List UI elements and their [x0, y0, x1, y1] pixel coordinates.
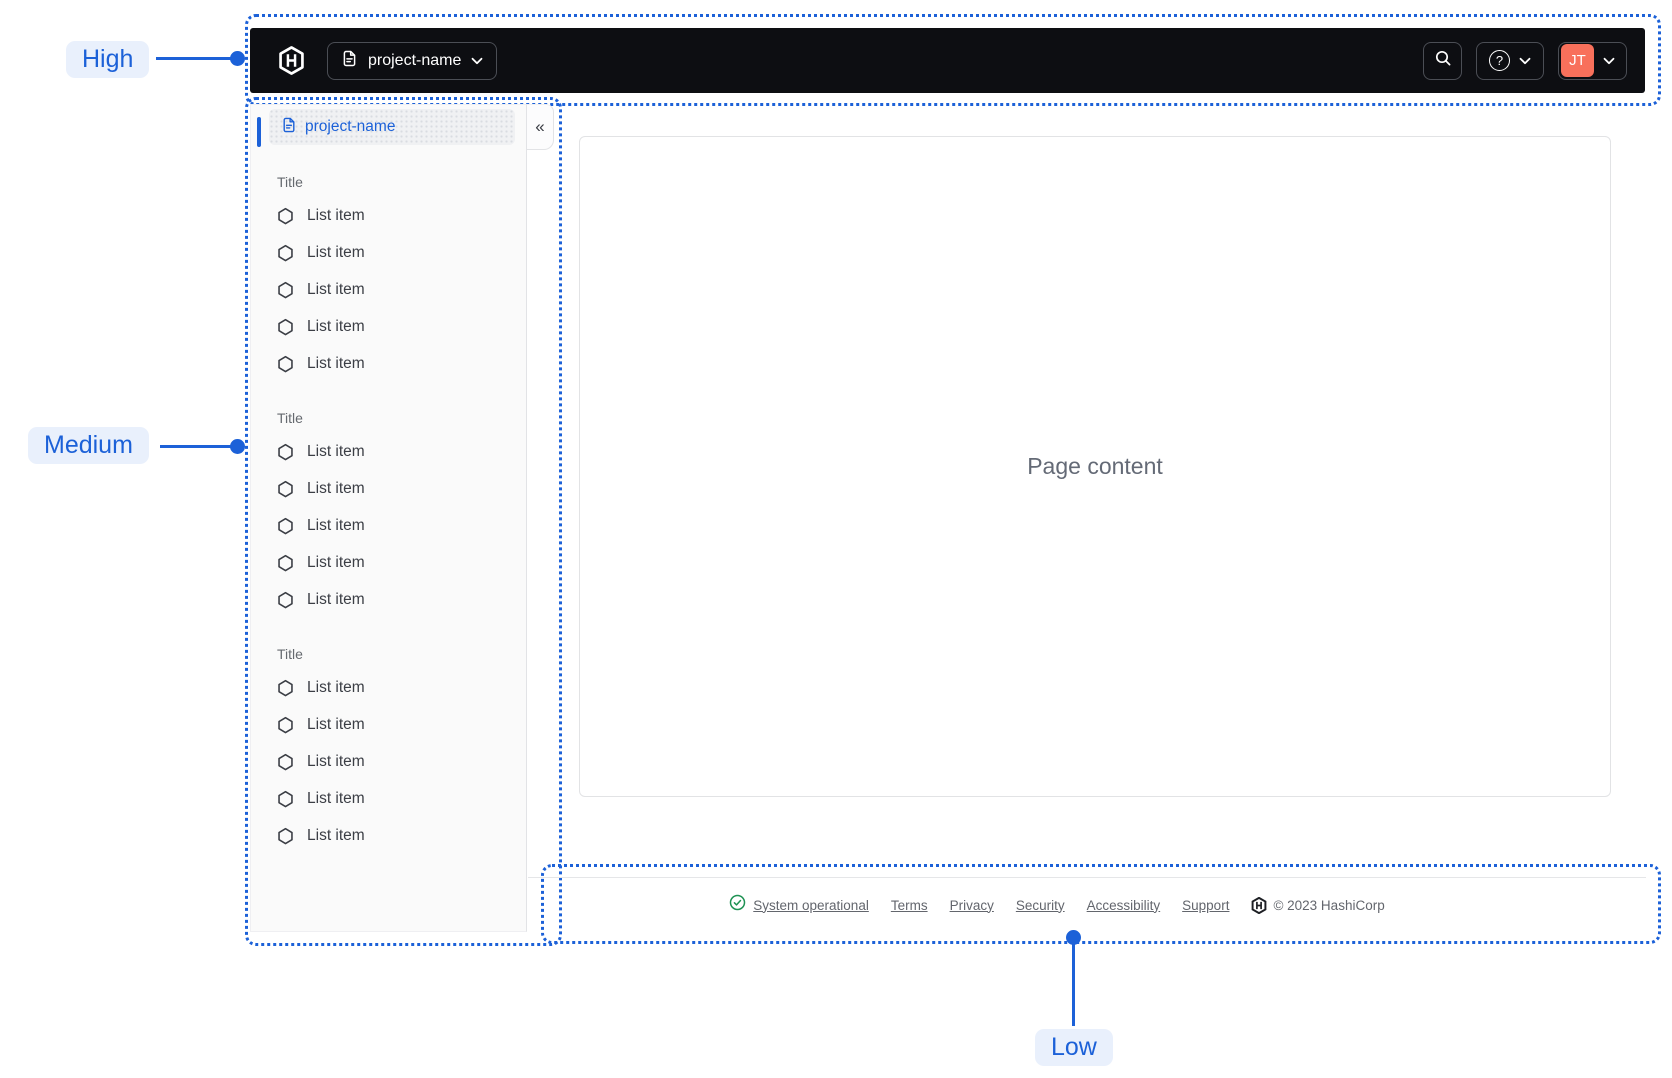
sidebar-item-label: List item — [307, 206, 365, 224]
low-connector-dot — [1066, 930, 1081, 945]
sidebar-section-title: Title — [277, 410, 303, 426]
hexagon-icon — [277, 790, 294, 808]
hashicorp-logo-icon — [278, 46, 305, 75]
sidebar-item-label: List item — [307, 678, 365, 696]
document-icon — [341, 50, 358, 72]
sidebar-list-item[interactable]: List item — [251, 743, 526, 780]
sidebar-section: Title List item List item List item List… — [251, 645, 526, 854]
chevron-down-icon — [1519, 52, 1531, 70]
low-connector-line — [1072, 944, 1075, 1026]
sidebar-list-item[interactable]: List item — [251, 197, 526, 234]
sidebar-item-label: List item — [307, 479, 365, 497]
medium-connector-line — [160, 445, 236, 448]
sidebar-list-item[interactable]: List item — [251, 706, 526, 743]
active-indicator — [257, 117, 261, 147]
sidebar-collapse-button[interactable]: « — [527, 104, 554, 150]
collapse-icon: « — [535, 117, 545, 136]
hexagon-icon — [277, 517, 294, 535]
sidebar-list-item[interactable]: List item — [251, 817, 526, 854]
hexagon-icon — [277, 443, 294, 461]
sidebar-item-label: List item — [307, 317, 365, 335]
footer-link-support[interactable]: Support — [1182, 898, 1229, 913]
sidebar-item-label: List item — [307, 715, 365, 733]
page: project-name ? JT project-name Title Lis… — [0, 0, 1672, 1078]
medium-connector-dot — [230, 439, 245, 454]
hexagon-icon — [277, 281, 294, 299]
system-status-label: System operational — [753, 897, 869, 913]
copyright-text: © 2023 HashiCorp — [1273, 897, 1385, 913]
footer-link-terms[interactable]: Terms — [891, 898, 928, 913]
project-switcher-button[interactable]: project-name — [327, 41, 498, 80]
hexagon-icon — [277, 207, 294, 225]
document-icon — [281, 117, 297, 138]
user-avatar: JT — [1561, 44, 1594, 77]
sidebar-list-item[interactable]: List item — [251, 234, 526, 271]
sidebar-item-label: List item — [307, 553, 365, 571]
sidebar-list-item[interactable]: List item — [251, 581, 526, 618]
high-connector-dot — [230, 51, 245, 66]
sidebar-project-header[interactable]: project-name — [269, 109, 515, 145]
sidebar-section-title: Title — [277, 174, 303, 190]
sidebar-list-item[interactable]: List item — [251, 544, 526, 581]
sidebar-list-item[interactable]: List item — [251, 780, 526, 817]
hexagon-icon — [277, 355, 294, 373]
chevron-down-icon — [1594, 57, 1624, 65]
top-navbar: project-name ? JT — [250, 28, 1645, 93]
check-circle-icon — [729, 894, 746, 916]
sidebar-list-item[interactable]: List item — [251, 345, 526, 382]
high-connector-line — [156, 57, 236, 60]
hexagon-icon — [277, 318, 294, 336]
sidebar-item-label: List item — [307, 280, 365, 298]
sidebar-section: Title List item List item List item List… — [251, 173, 526, 382]
search-icon — [1434, 49, 1452, 72]
project-switcher-label: project-name — [368, 51, 462, 69]
footer-copyright: © 2023 HashiCorp — [1251, 896, 1385, 914]
hashicorp-logo-icon — [1251, 896, 1267, 914]
footer-link-accessibility[interactable]: Accessibility — [1087, 898, 1161, 913]
help-icon: ? — [1489, 50, 1510, 71]
page-content-placeholder: Page content — [1027, 453, 1163, 479]
sidebar-list-item[interactable]: List item — [251, 271, 526, 308]
sidebar-list-item[interactable]: List item — [251, 507, 526, 544]
sidebar-section-title: Title — [277, 646, 303, 662]
sidebar-item-label: List item — [307, 442, 365, 460]
side-navigation: project-name Title List item List item L… — [250, 104, 527, 932]
priority-label-low: Low — [1035, 1029, 1113, 1066]
hexagon-icon — [277, 554, 294, 572]
sidebar-list-item[interactable]: List item — [251, 669, 526, 706]
hexagon-icon — [277, 480, 294, 498]
priority-label-high: High — [66, 41, 150, 78]
footer-link-privacy[interactable]: Privacy — [950, 898, 994, 913]
footer-links-row: System operational Terms Privacy Securit… — [729, 894, 1385, 916]
sidebar-list-item[interactable]: List item — [251, 433, 526, 470]
footer-link-security[interactable]: Security — [1016, 898, 1065, 913]
hexagon-icon — [277, 591, 294, 609]
hexagon-icon — [277, 753, 294, 771]
sidebar-project-label: project-name — [305, 118, 396, 135]
hexagon-icon — [277, 244, 294, 262]
sidebar-item-label: List item — [307, 789, 365, 807]
hexagon-icon — [277, 679, 294, 697]
sidebar-item-label: List item — [307, 590, 365, 608]
sidebar-sections: Title List item List item List item List… — [251, 146, 526, 854]
system-status-link[interactable]: System operational — [729, 894, 869, 916]
sidebar-item-label: List item — [307, 826, 365, 844]
app-footer: System operational Terms Privacy Securit… — [528, 877, 1646, 932]
search-button[interactable] — [1423, 41, 1462, 80]
sidebar-item-label: List item — [307, 752, 365, 770]
sidebar-list-item[interactable]: List item — [251, 470, 526, 507]
chevron-down-icon — [471, 52, 483, 70]
sidebar-list-item[interactable]: List item — [251, 308, 526, 345]
sidebar-item-label: List item — [307, 243, 365, 261]
account-menu-button[interactable]: JT — [1558, 41, 1627, 80]
sidebar-section: Title List item List item List item List… — [251, 409, 526, 618]
help-menu-button[interactable]: ? — [1476, 41, 1544, 80]
sidebar-item-label: List item — [307, 354, 365, 372]
hexagon-icon — [277, 827, 294, 845]
hexagon-icon — [277, 716, 294, 734]
priority-label-medium: Medium — [28, 427, 149, 464]
sidebar-item-label: List item — [307, 516, 365, 534]
main-content-area: Page content — [579, 136, 1611, 797]
